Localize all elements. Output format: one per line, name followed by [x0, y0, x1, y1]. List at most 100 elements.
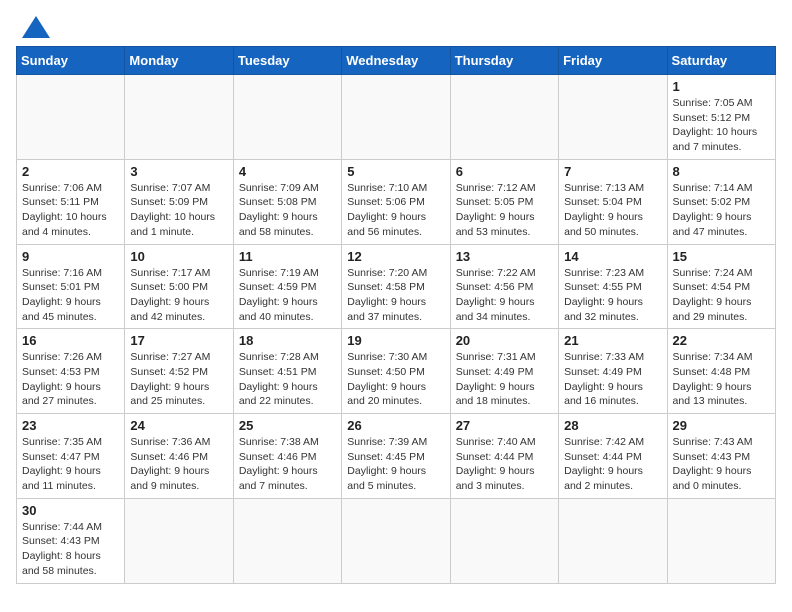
day-cell: 2 Sunrise: 7:06 AM Sunset: 5:11 PM Daylig…	[17, 159, 125, 244]
day-cell	[17, 75, 125, 160]
week-row-5: 23Sunrise: 7:35 AM Sunset: 4:47 PM Dayli…	[17, 414, 776, 499]
day-info: Sunrise: 7:17 AM Sunset: 5:00 PM Dayligh…	[130, 266, 227, 325]
weekday-saturday: Saturday	[667, 47, 775, 75]
day-cell: 11Sunrise: 7:19 AM Sunset: 4:59 PM Dayli…	[233, 244, 341, 329]
day-number: 16	[22, 333, 119, 348]
day-info: Sunrise: 7:14 AM Sunset: 5:02 PM Dayligh…	[673, 181, 770, 240]
day-info: Sunrise: 7:28 AM Sunset: 4:51 PM Dayligh…	[239, 350, 336, 409]
day-info: Sunrise: 7:10 AM Sunset: 5:06 PM Dayligh…	[347, 181, 444, 240]
day-number: 19	[347, 333, 444, 348]
day-cell	[233, 75, 341, 160]
day-number: 21	[564, 333, 661, 348]
day-number: 26	[347, 418, 444, 433]
logo	[16, 16, 54, 38]
weekday-monday: Monday	[125, 47, 233, 75]
weekday-thursday: Thursday	[450, 47, 558, 75]
day-cell	[233, 498, 341, 583]
day-cell	[342, 75, 450, 160]
day-cell: 7 Sunrise: 7:13 AM Sunset: 5:04 PM Daylig…	[559, 159, 667, 244]
day-cell: 16 Sunrise: 7:26 AM Sunset: 4:53 PM Dayli…	[17, 329, 125, 414]
day-number: 9	[22, 249, 119, 264]
day-cell: 8 Sunrise: 7:14 AM Sunset: 5:02 PM Daylig…	[667, 159, 775, 244]
day-info: Sunrise: 7:35 AM Sunset: 4:47 PM Dayligh…	[22, 435, 119, 494]
day-cell: 12 Sunrise: 7:20 AM Sunset: 4:58 PM Dayli…	[342, 244, 450, 329]
day-info: Sunrise: 7:20 AM Sunset: 4:58 PM Dayligh…	[347, 266, 444, 325]
page: SundayMondayTuesdayWednesdayThursdayFrid…	[0, 0, 792, 600]
day-cell	[125, 75, 233, 160]
day-cell: 28 Sunrise: 7:42 AM Sunset: 4:44 PM Dayli…	[559, 414, 667, 499]
weekday-wednesday: Wednesday	[342, 47, 450, 75]
day-cell: 20 Sunrise: 7:31 AM Sunset: 4:49 PM Dayli…	[450, 329, 558, 414]
day-number: 18	[239, 333, 336, 348]
day-cell: 6Sunrise: 7:12 AM Sunset: 5:05 PM Daylig…	[450, 159, 558, 244]
week-row-4: 16 Sunrise: 7:26 AM Sunset: 4:53 PM Dayli…	[17, 329, 776, 414]
day-number: 29	[673, 418, 770, 433]
day-cell: 15Sunrise: 7:24 AM Sunset: 4:54 PM Dayli…	[667, 244, 775, 329]
day-number: 1	[673, 79, 770, 94]
day-info: Sunrise: 7:27 AM Sunset: 4:52 PM Dayligh…	[130, 350, 227, 409]
week-row-6: 30 Sunrise: 7:44 AM Sunset: 4:43 PM Dayli…	[17, 498, 776, 583]
day-number: 7	[564, 164, 661, 179]
day-cell: 25 Sunrise: 7:38 AM Sunset: 4:46 PM Dayli…	[233, 414, 341, 499]
day-number: 28	[564, 418, 661, 433]
day-cell: 9Sunrise: 7:16 AM Sunset: 5:01 PM Daylig…	[17, 244, 125, 329]
day-cell	[342, 498, 450, 583]
day-cell: 27Sunrise: 7:40 AM Sunset: 4:44 PM Dayli…	[450, 414, 558, 499]
logo-area	[16, 16, 54, 38]
day-cell: 30 Sunrise: 7:44 AM Sunset: 4:43 PM Dayli…	[17, 498, 125, 583]
day-number: 25	[239, 418, 336, 433]
day-number: 12	[347, 249, 444, 264]
day-info: Sunrise: 7:44 AM Sunset: 4:43 PM Dayligh…	[22, 520, 119, 579]
day-number: 4	[239, 164, 336, 179]
day-cell: 24Sunrise: 7:36 AM Sunset: 4:46 PM Dayli…	[125, 414, 233, 499]
day-info: Sunrise: 7:39 AM Sunset: 4:45 PM Dayligh…	[347, 435, 444, 494]
day-number: 30	[22, 503, 119, 518]
day-cell: 5 Sunrise: 7:10 AM Sunset: 5:06 PM Daylig…	[342, 159, 450, 244]
day-info: Sunrise: 7:31 AM Sunset: 4:49 PM Dayligh…	[456, 350, 553, 409]
day-number: 5	[347, 164, 444, 179]
weekday-header-row: SundayMondayTuesdayWednesdayThursdayFrid…	[17, 47, 776, 75]
day-number: 22	[673, 333, 770, 348]
calendar: SundayMondayTuesdayWednesdayThursdayFrid…	[16, 46, 776, 584]
day-info: Sunrise: 7:13 AM Sunset: 5:04 PM Dayligh…	[564, 181, 661, 240]
weekday-tuesday: Tuesday	[233, 47, 341, 75]
day-info: Sunrise: 7:40 AM Sunset: 4:44 PM Dayligh…	[456, 435, 553, 494]
day-number: 13	[456, 249, 553, 264]
day-number: 11	[239, 249, 336, 264]
day-info: Sunrise: 7:06 AM Sunset: 5:11 PM Dayligh…	[22, 181, 119, 240]
weekday-friday: Friday	[559, 47, 667, 75]
day-info: Sunrise: 7:07 AM Sunset: 5:09 PM Dayligh…	[130, 181, 227, 240]
day-info: Sunrise: 7:05 AM Sunset: 5:12 PM Dayligh…	[673, 96, 770, 155]
day-cell: 14Sunrise: 7:23 AM Sunset: 4:55 PM Dayli…	[559, 244, 667, 329]
day-info: Sunrise: 7:38 AM Sunset: 4:46 PM Dayligh…	[239, 435, 336, 494]
day-number: 14	[564, 249, 661, 264]
day-cell: 23Sunrise: 7:35 AM Sunset: 4:47 PM Dayli…	[17, 414, 125, 499]
day-info: Sunrise: 7:12 AM Sunset: 5:05 PM Dayligh…	[456, 181, 553, 240]
day-cell: 13Sunrise: 7:22 AM Sunset: 4:56 PM Dayli…	[450, 244, 558, 329]
day-cell: 19Sunrise: 7:30 AM Sunset: 4:50 PM Dayli…	[342, 329, 450, 414]
day-number: 20	[456, 333, 553, 348]
day-cell: 18 Sunrise: 7:28 AM Sunset: 4:51 PM Dayli…	[233, 329, 341, 414]
day-cell: 21 Sunrise: 7:33 AM Sunset: 4:49 PM Dayli…	[559, 329, 667, 414]
day-info: Sunrise: 7:33 AM Sunset: 4:49 PM Dayligh…	[564, 350, 661, 409]
week-row-3: 9Sunrise: 7:16 AM Sunset: 5:01 PM Daylig…	[17, 244, 776, 329]
header	[16, 16, 776, 38]
day-cell: 22Sunrise: 7:34 AM Sunset: 4:48 PM Dayli…	[667, 329, 775, 414]
logo-triangle-icon	[22, 16, 50, 38]
day-number: 10	[130, 249, 227, 264]
day-info: Sunrise: 7:09 AM Sunset: 5:08 PM Dayligh…	[239, 181, 336, 240]
day-info: Sunrise: 7:26 AM Sunset: 4:53 PM Dayligh…	[22, 350, 119, 409]
day-number: 2	[22, 164, 119, 179]
day-number: 8	[673, 164, 770, 179]
day-cell: 17 Sunrise: 7:27 AM Sunset: 4:52 PM Dayli…	[125, 329, 233, 414]
day-info: Sunrise: 7:43 AM Sunset: 4:43 PM Dayligh…	[673, 435, 770, 494]
day-number: 3	[130, 164, 227, 179]
day-cell: 3 Sunrise: 7:07 AM Sunset: 5:09 PM Daylig…	[125, 159, 233, 244]
day-cell	[559, 75, 667, 160]
day-cell	[667, 498, 775, 583]
day-info: Sunrise: 7:42 AM Sunset: 4:44 PM Dayligh…	[564, 435, 661, 494]
day-cell: 1 Sunrise: 7:05 AM Sunset: 5:12 PM Daylig…	[667, 75, 775, 160]
day-number: 17	[130, 333, 227, 348]
day-cell	[125, 498, 233, 583]
day-info: Sunrise: 7:36 AM Sunset: 4:46 PM Dayligh…	[130, 435, 227, 494]
